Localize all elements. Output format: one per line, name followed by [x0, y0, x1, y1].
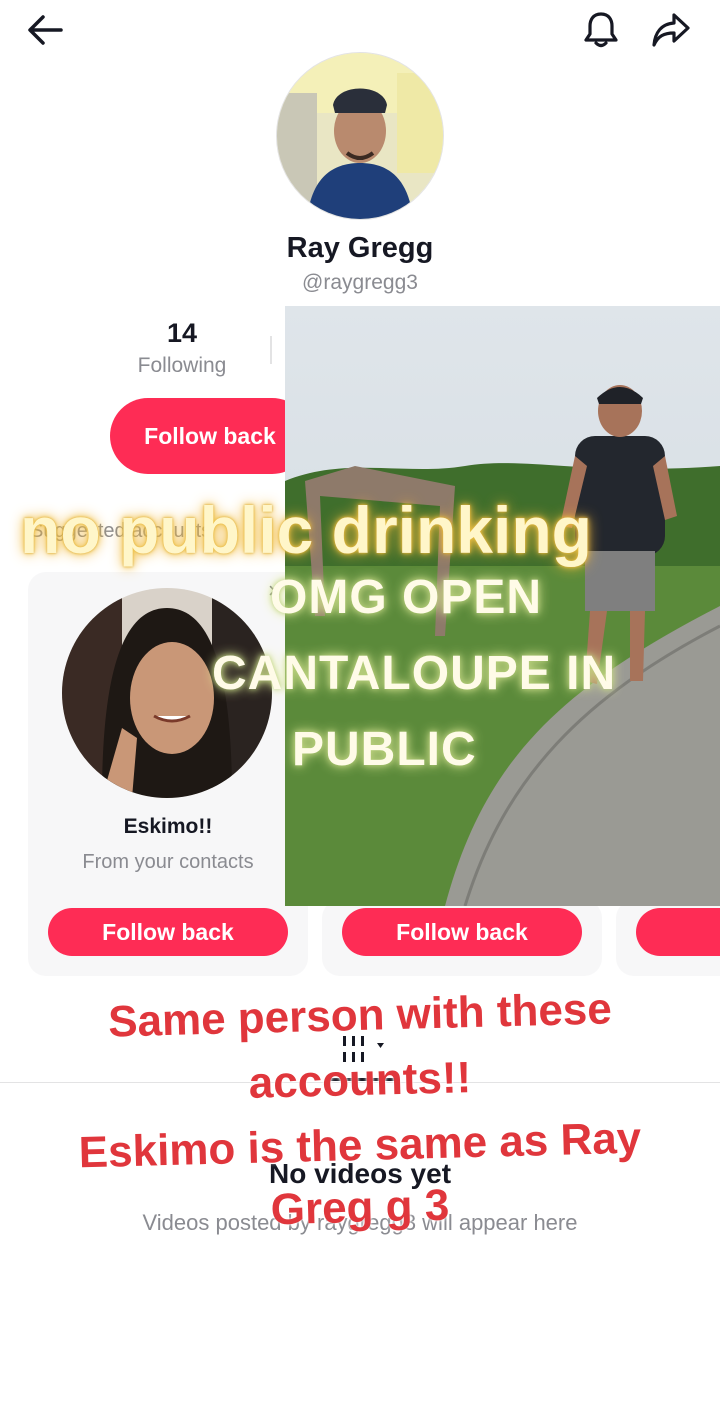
red-caption-line2: accounts!!	[248, 1053, 472, 1108]
suggested-follow-back-button[interactable]: Follow back	[342, 908, 582, 956]
back-button[interactable]	[20, 10, 70, 50]
profile-photo	[277, 53, 443, 219]
yellow-caption: no public drinking	[20, 493, 592, 567]
arrow-left-icon	[28, 15, 63, 45]
suggested-follow-back-button[interactable]: Follow back	[48, 908, 288, 956]
profile-handle: @raygregg3	[302, 271, 418, 294]
share-arrow-icon	[652, 13, 690, 47]
video-caption-line3: PUBLIC	[292, 723, 477, 776]
share-button[interactable]	[646, 8, 696, 52]
profile-name: Ray Gregg	[286, 232, 434, 264]
follow-back-button[interactable]: Follow back	[110, 398, 310, 474]
profile-avatar[interactable]	[276, 52, 444, 220]
red-caption-line1: Same person with these	[107, 984, 613, 1047]
following-label[interactable]: Following	[112, 354, 252, 378]
suggested-name: Eskimo!!	[123, 815, 213, 838]
notification-button[interactable]	[578, 8, 624, 52]
suggested-follow-back-button[interactable]	[636, 908, 720, 956]
bell-icon	[584, 12, 618, 48]
following-count[interactable]: 14	[132, 318, 232, 349]
video-caption-line1: OMG OPEN	[270, 571, 543, 624]
suggested-subtitle: From your contacts	[82, 851, 254, 873]
stat-divider	[270, 336, 272, 364]
video-caption-line2: CANTALOUPE IN	[212, 647, 617, 700]
